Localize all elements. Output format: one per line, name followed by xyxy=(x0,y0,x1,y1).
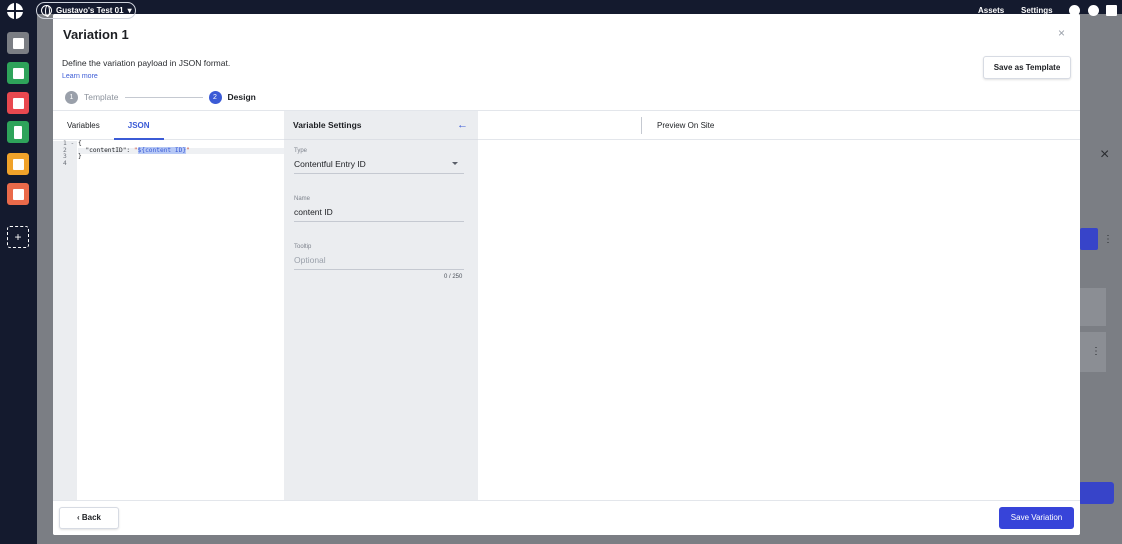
step-2-label[interactable]: Design xyxy=(228,92,256,102)
json-quote: " xyxy=(186,146,190,154)
background-card xyxy=(1080,288,1106,326)
workspace-label: Gustavo's Test 01 xyxy=(56,6,124,15)
name-input[interactable]: content ID xyxy=(294,207,464,222)
assets-link[interactable]: Assets xyxy=(978,6,1004,15)
code-area[interactable]: { "contentID": "${content ID}" } xyxy=(78,140,284,168)
background-button xyxy=(1080,228,1098,250)
json-editor[interactable]: 1 - 2 3 4 { "contentID": "${content ID}"… xyxy=(53,140,284,501)
preview-panel: Preview On Site xyxy=(478,110,1080,500)
globe-icon xyxy=(41,5,52,17)
line-number: 4 xyxy=(63,159,67,167)
learn-more-link[interactable]: Learn more xyxy=(62,73,98,80)
app-topbar xyxy=(0,0,1122,14)
add-app-button[interactable]: + xyxy=(7,226,29,248)
settings-link[interactable]: Settings xyxy=(1021,6,1053,15)
preview-header: Preview On Site xyxy=(478,111,1080,140)
rail-item-product[interactable] xyxy=(7,183,29,205)
tooltip-field[interactable]: Tooltip Optional xyxy=(294,244,464,270)
variable-settings-panel: Variable Settings ← Type Contentful Entr… xyxy=(284,110,478,500)
arrow-left-icon[interactable]: ← xyxy=(457,119,468,131)
people-icon xyxy=(12,67,24,79)
background-button xyxy=(1078,482,1114,504)
browser-icon xyxy=(12,97,24,109)
modal-description: Define the variation payload in JSON for… xyxy=(62,58,231,68)
caret-down-icon xyxy=(452,162,458,165)
stepper: 1 Template 2 Design xyxy=(65,90,256,104)
step-connector xyxy=(124,96,203,98)
save-as-template-button[interactable]: Save as Template xyxy=(983,56,1071,79)
background-close-icon: × xyxy=(1100,146,1110,163)
rail-item-dashboard[interactable] xyxy=(7,32,29,54)
back-button[interactable]: ‹ Back xyxy=(59,507,119,529)
name-label: Name xyxy=(294,196,311,202)
variable-settings-header: Variable Settings ← xyxy=(284,111,478,140)
tab-variables[interactable]: Variables xyxy=(53,111,114,139)
rail-item-web[interactable] xyxy=(7,92,29,114)
type-field[interactable]: Type Contentful Entry ID xyxy=(294,148,464,174)
rail-item-email[interactable] xyxy=(7,153,29,175)
variation-modal: Variation 1 × Define the variation paylo… xyxy=(53,14,1080,535)
json-key: "contentID": xyxy=(78,146,134,154)
crown-icon[interactable] xyxy=(1106,5,1117,16)
modal-footer: ‹ Back Save Variation xyxy=(53,500,1080,535)
save-variation-button[interactable]: Save Variation xyxy=(999,507,1074,529)
payload-editor-panel: Variables JSON 1 - 2 3 4 { "contentID": … xyxy=(53,110,284,501)
tab-json[interactable]: JSON xyxy=(113,111,164,140)
name-field[interactable]: Name content ID xyxy=(294,196,464,222)
type-label: Type xyxy=(294,148,308,154)
phone-icon xyxy=(14,125,22,139)
background-more-icon: ⋮ xyxy=(1103,234,1113,245)
envelope-icon xyxy=(12,158,24,170)
step-2-number[interactable]: 2 xyxy=(208,90,222,104)
step-1-number[interactable]: 1 xyxy=(65,90,78,104)
rail-item-mobile[interactable] xyxy=(7,121,29,143)
workspace-selector[interactable]: Gustavo's Test 01 ▾ xyxy=(36,2,136,19)
preview-on-site-label[interactable]: Preview On Site xyxy=(657,121,714,130)
help-icon[interactable] xyxy=(1088,5,1099,16)
tooltip-char-counter: 0 / 250 xyxy=(444,274,463,280)
grid-icon xyxy=(12,37,24,49)
cube-icon xyxy=(12,188,24,200)
close-icon[interactable]: × xyxy=(1058,26,1065,40)
tooltip-input[interactable]: Optional xyxy=(294,255,464,270)
divider xyxy=(641,117,642,134)
step-1-label[interactable]: Template xyxy=(84,92,119,102)
left-rail: + xyxy=(0,14,37,544)
modal-title: Variation 1 xyxy=(63,27,129,42)
tooltip-label: Tooltip xyxy=(294,244,312,250)
app-logo-icon[interactable] xyxy=(7,3,23,19)
chevron-down-icon: ▾ xyxy=(127,6,132,15)
rail-item-audiences[interactable] xyxy=(7,62,29,84)
json-value-selected[interactable]: ${content ID} xyxy=(137,146,187,154)
user-avatar-icon[interactable] xyxy=(1069,5,1080,16)
variable-settings-title: Variable Settings xyxy=(293,120,362,130)
line-gutter: 1 - 2 3 4 xyxy=(53,140,77,501)
editor-tabs: Variables JSON xyxy=(53,111,284,140)
type-select[interactable]: Contentful Entry ID xyxy=(294,159,464,174)
type-value: Contentful Entry ID xyxy=(294,159,366,169)
background-more-icon: ⋮ xyxy=(1091,346,1101,357)
